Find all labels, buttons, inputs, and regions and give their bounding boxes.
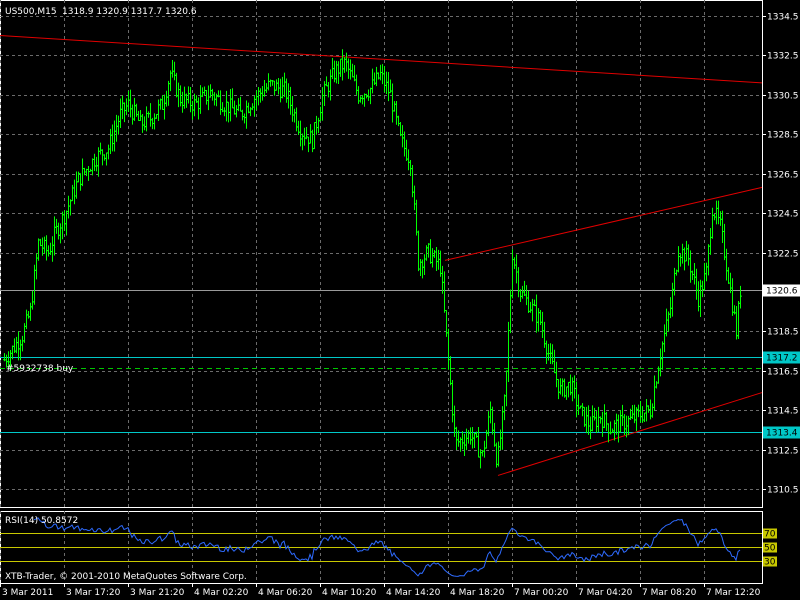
- price-tick-label: 1334.5: [767, 13, 799, 23]
- rsi-level-tag-label: 70: [764, 530, 776, 540]
- price-tick-label: 1318.5: [767, 328, 799, 338]
- time-tick-label: 7 Mar 04:20: [578, 588, 633, 598]
- price-bars: [3, 49, 742, 469]
- price-tick-label: 1314.5: [767, 407, 799, 417]
- time-tick-label: 4 Mar 06:20: [258, 588, 313, 598]
- current-price-tag-label: 1320.6: [766, 287, 798, 297]
- price-level-lines: [0, 290, 762, 433]
- price-tick-label: 1324.5: [767, 210, 799, 220]
- rsi-level-tag-label: 30: [764, 558, 776, 568]
- time-tick-label: 7 Mar 00:20: [514, 588, 569, 598]
- price-tick-label: 1326.5: [767, 171, 799, 181]
- order-label[interactable]: #5932738 buy: [6, 364, 74, 374]
- time-tick-label: 7 Mar 08:20: [642, 588, 697, 598]
- trendline[interactable]: [497, 392, 763, 476]
- ohlc-label: 1318.9 1320.9 1317.7 1320.6: [62, 7, 197, 17]
- price-tick-label: 1328.5: [767, 131, 799, 141]
- time-tick-label: 3 Mar 21:20: [130, 588, 185, 598]
- rsi-level-tag-label: 50: [764, 544, 776, 554]
- copyright-label: XTB-Trader, © 2001-2010 MetaQuotes Softw…: [5, 572, 247, 582]
- time-tick-label: 3 Mar 2011: [2, 588, 53, 598]
- price-level-tag-label: 1317.2: [766, 354, 798, 364]
- price-tick-label: 1310.5: [767, 486, 799, 496]
- rsi-label: RSI(14) 50.8572: [5, 516, 78, 526]
- price-tick-label: 1332.5: [767, 52, 799, 62]
- trendlines[interactable]: [0, 35, 763, 476]
- time-axis: 3 Mar 2011 3 Mar 17:20 3 Mar 21:20 4 Mar 02…: [0, 583, 761, 598]
- time-tick-label: 4 Mar 18:20: [450, 588, 505, 598]
- price-axis: 1334.5 1332.5 1330.5 1328.5 1326.5 1324.5 1322…: [762, 13, 800, 568]
- trendline[interactable]: [444, 186, 763, 261]
- time-tick-label: 3 Mar 17:20: [66, 588, 121, 598]
- grid: [0, 0, 763, 584]
- price-tick-label: 1322.5: [767, 250, 799, 260]
- time-tick-label: 7 Mar 12:20: [706, 588, 761, 598]
- price-tick-label: 1330.5: [767, 92, 799, 102]
- price-tick-label: 1316.5: [767, 368, 799, 378]
- price-level-tag-label: 1313.4: [766, 429, 798, 439]
- chart-window[interactable]: 1334.5 1332.5 1330.5 1328.5 1326.5 1324.5 1322…: [0, 0, 800, 600]
- symbol-label: US500,M15: [5, 7, 57, 17]
- price-tick-label: 1312.5: [767, 447, 799, 457]
- rsi-panel: [0, 517, 762, 577]
- time-tick-label: 4 Mar 10:20: [322, 588, 377, 598]
- time-tick-label: 4 Mar 14:20: [386, 588, 441, 598]
- time-tick-label: 4 Mar 02:20: [194, 588, 249, 598]
